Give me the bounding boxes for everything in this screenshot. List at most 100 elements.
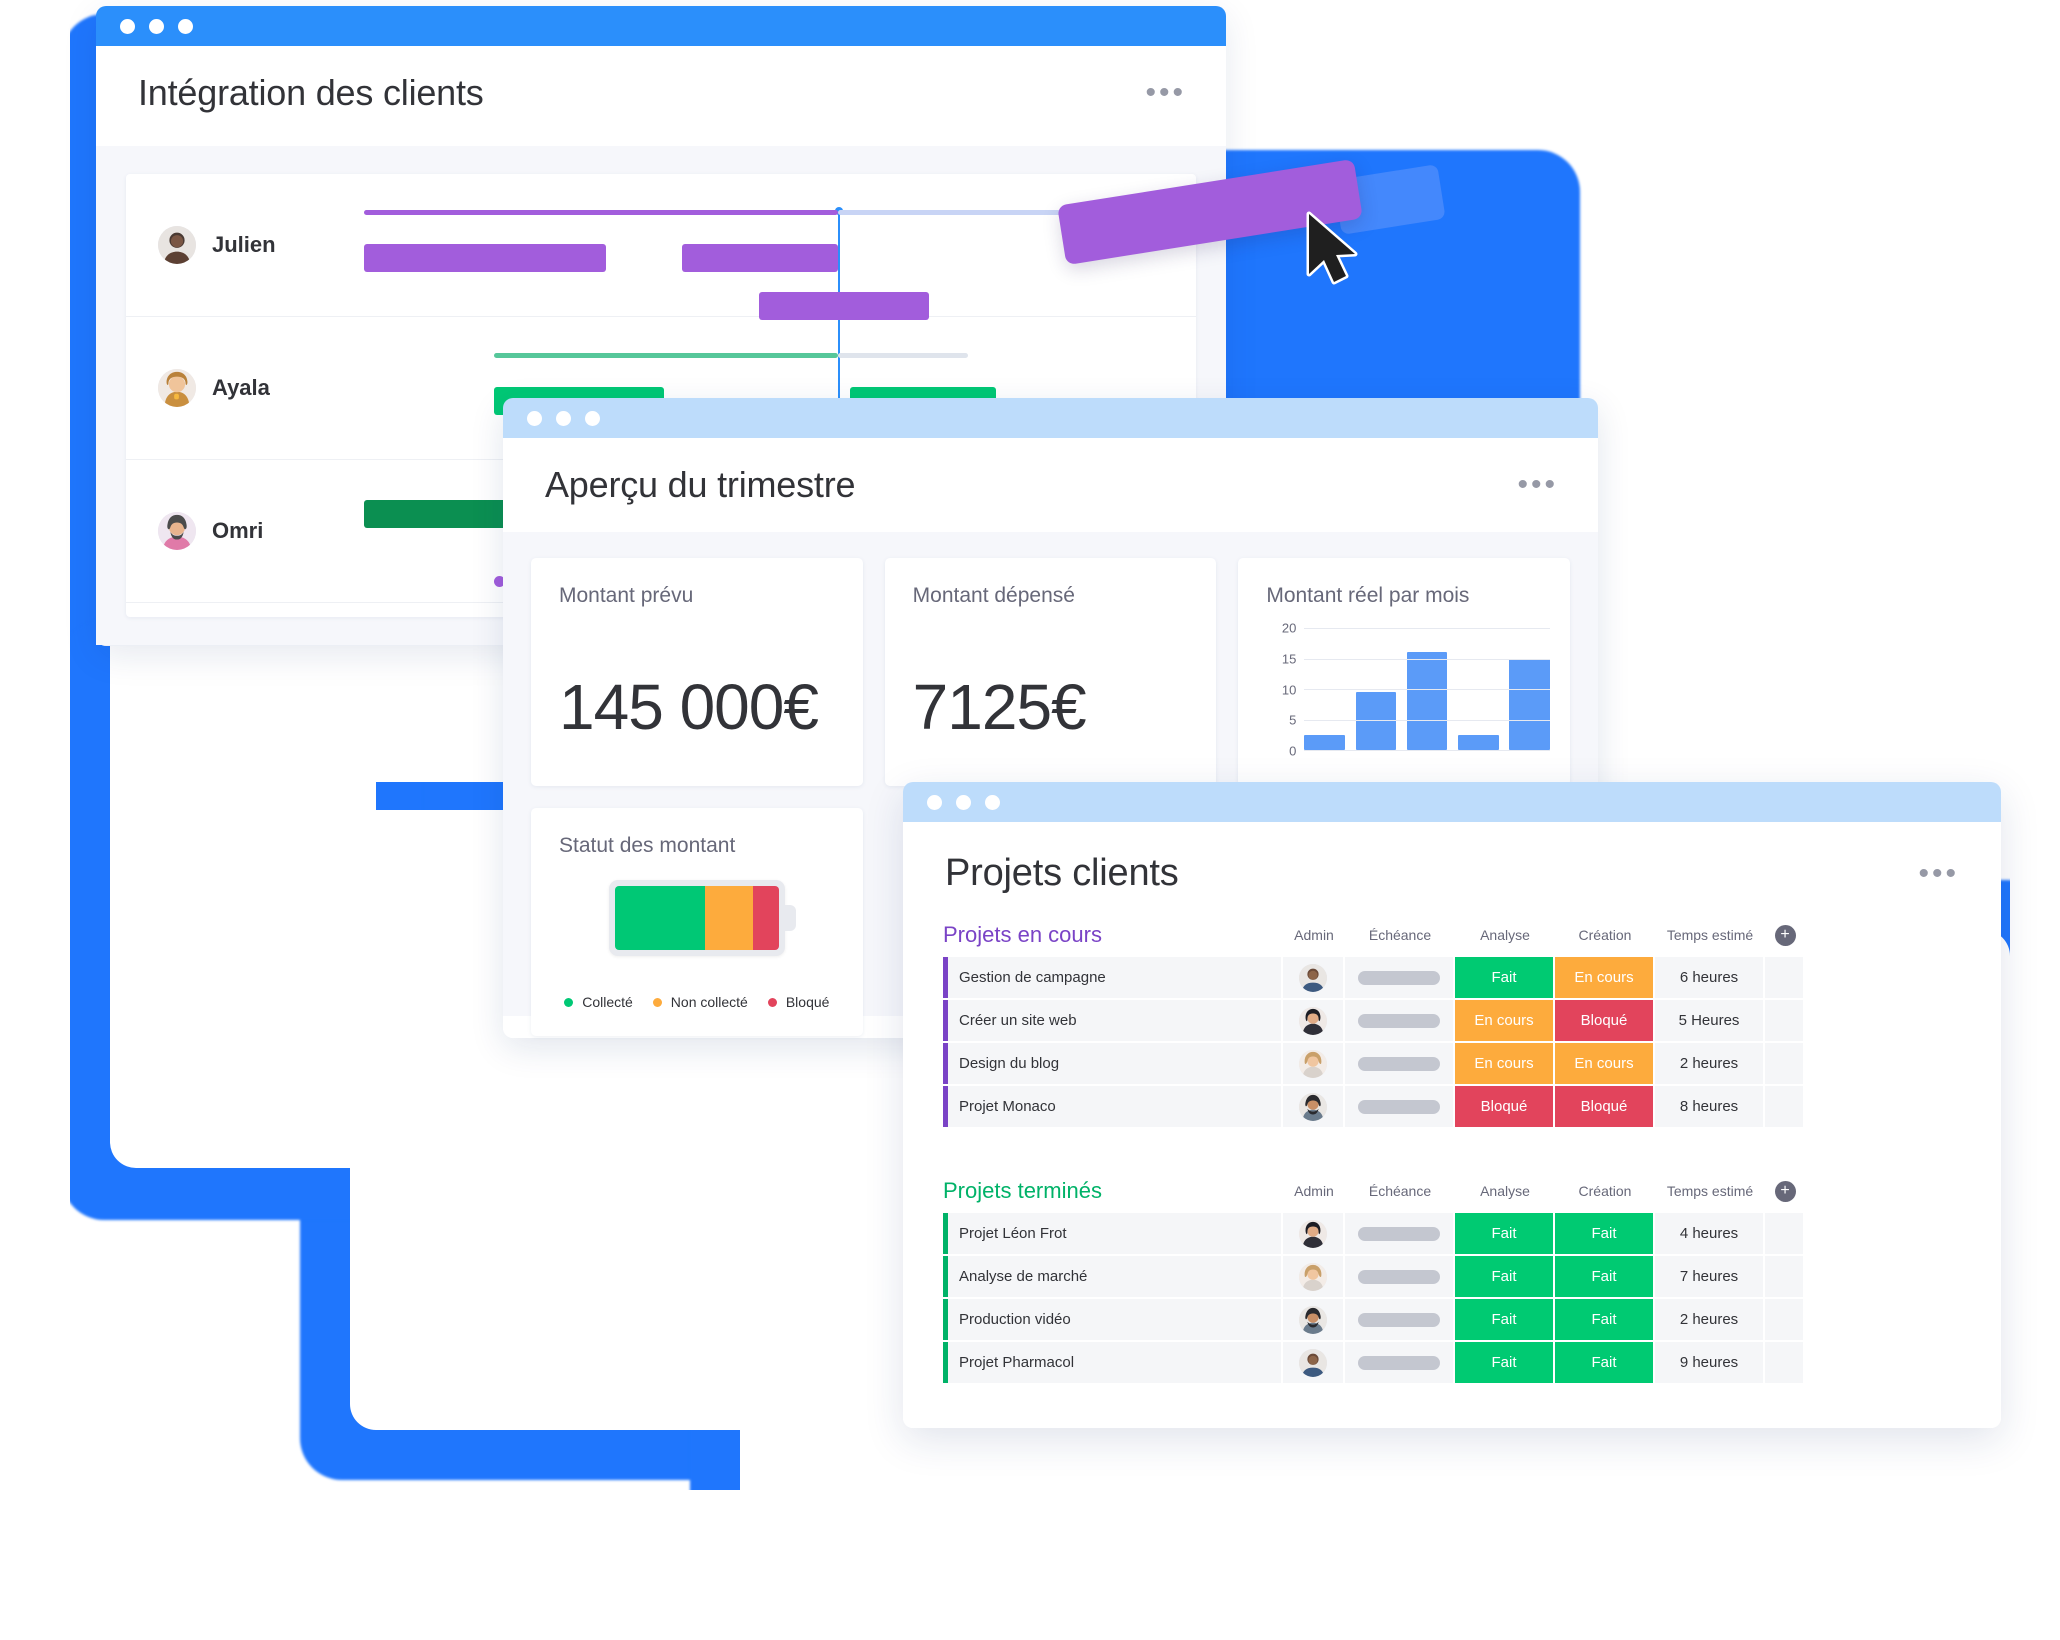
more-options-icon[interactable]: ••• <box>1145 78 1186 108</box>
gantt-bar[interactable] <box>364 244 606 272</box>
window-dot-maximize-icon[interactable] <box>985 794 1000 810</box>
cell-empty[interactable] <box>1765 1256 1805 1297</box>
progress-bar[interactable] <box>1358 1269 1440 1284</box>
cell-temps-estime[interactable]: 2 heures <box>1655 1299 1765 1340</box>
progress-bar[interactable] <box>1358 1056 1440 1071</box>
column-header-echeance[interactable]: Échéance <box>1345 1183 1455 1199</box>
cell-echeance[interactable] <box>1345 1000 1455 1041</box>
cell-admin[interactable] <box>1283 957 1345 998</box>
cell-temps-estime[interactable]: 8 heures <box>1655 1086 1765 1127</box>
progress-bar[interactable] <box>1358 1355 1440 1370</box>
column-header-analyse[interactable]: Analyse <box>1455 1183 1555 1199</box>
table-row[interactable]: Projet Léon Frot Fait Fait 4 heures <box>943 1213 1961 1254</box>
progress-bar[interactable] <box>1358 970 1440 985</box>
more-options-icon[interactable]: ••• <box>1918 858 1959 888</box>
cell-project-name[interactable]: Projet Léon Frot <box>943 1213 1283 1254</box>
table-row[interactable]: Analyse de marché Fait Fait 7 heures <box>943 1256 1961 1297</box>
cell-echeance[interactable] <box>1345 1256 1455 1297</box>
window-dot-maximize-icon[interactable] <box>178 18 193 34</box>
cell-project-name[interactable]: Gestion de campagne <box>943 957 1283 998</box>
progress-bar[interactable] <box>1358 1226 1440 1241</box>
window-dot-close-icon[interactable] <box>927 794 942 810</box>
cell-empty[interactable] <box>1765 957 1805 998</box>
cell-echeance[interactable] <box>1345 1213 1455 1254</box>
column-header-admin[interactable]: Admin <box>1283 927 1345 943</box>
gantt-bar[interactable] <box>759 292 929 320</box>
status-badge-creation[interactable]: Fait <box>1555 1342 1655 1383</box>
column-header-echeance[interactable]: Échéance <box>1345 927 1455 943</box>
status-badge-creation[interactable]: Fait <box>1555 1256 1655 1297</box>
cell-empty[interactable] <box>1765 1043 1805 1084</box>
chart-bar[interactable] <box>1304 734 1345 750</box>
cell-project-name[interactable]: Projet Pharmacol <box>943 1342 1283 1383</box>
add-column-icon[interactable]: + <box>1774 1180 1796 1202</box>
cell-temps-estime[interactable]: 2 heures <box>1655 1043 1765 1084</box>
chart-bar[interactable] <box>1458 734 1499 750</box>
cell-admin[interactable] <box>1283 1086 1345 1127</box>
add-column-icon[interactable]: + <box>1774 924 1796 946</box>
cell-echeance[interactable] <box>1345 1043 1455 1084</box>
cell-admin[interactable] <box>1283 1299 1345 1340</box>
status-badge-analyse[interactable]: Fait <box>1455 1299 1555 1340</box>
cell-echeance[interactable] <box>1345 1342 1455 1383</box>
cell-admin[interactable] <box>1283 1043 1345 1084</box>
chart-bar[interactable] <box>1406 652 1448 750</box>
progress-bar[interactable] <box>1358 1013 1440 1028</box>
cell-temps-estime[interactable]: 4 heures <box>1655 1213 1765 1254</box>
status-badge-analyse[interactable]: Fait <box>1455 957 1555 998</box>
status-badge-analyse[interactable]: En cours <box>1455 1000 1555 1041</box>
cell-project-name[interactable]: Projet Monaco <box>943 1086 1283 1127</box>
status-badge-analyse[interactable]: Bloqué <box>1455 1086 1555 1127</box>
gantt-summary-line[interactable] <box>364 210 838 215</box>
status-badge-analyse[interactable]: Fait <box>1455 1256 1555 1297</box>
cell-temps-estime[interactable]: 9 heures <box>1655 1342 1765 1383</box>
window-dot-minimize-icon[interactable] <box>956 794 971 810</box>
cell-project-name[interactable]: Design du blog <box>943 1043 1283 1084</box>
column-header-admin[interactable]: Admin <box>1283 1183 1345 1199</box>
status-badge-analyse[interactable]: Fait <box>1455 1342 1555 1383</box>
group-title[interactable]: Projets en cours <box>943 922 1283 948</box>
table-row[interactable]: Projet Monaco Bloqué Bloqué 8 heures <box>943 1086 1961 1127</box>
cell-admin[interactable] <box>1283 1342 1345 1383</box>
column-header-temps-estime[interactable]: Temps estimé <box>1655 1183 1765 1199</box>
cell-empty[interactable] <box>1765 1086 1805 1127</box>
window-dot-close-icon[interactable] <box>527 410 542 426</box>
group-title[interactable]: Projets terminés <box>943 1178 1283 1204</box>
column-header-temps-estime[interactable]: Temps estimé <box>1655 927 1765 943</box>
chart-bar[interactable] <box>1509 658 1550 750</box>
chart-bar[interactable] <box>1355 692 1397 750</box>
cell-temps-estime[interactable]: 6 heures <box>1655 957 1765 998</box>
status-badge-analyse[interactable]: En cours <box>1455 1043 1555 1084</box>
cell-empty[interactable] <box>1765 1000 1805 1041</box>
cell-temps-estime[interactable]: 7 heures <box>1655 1256 1765 1297</box>
cell-admin[interactable] <box>1283 1256 1345 1297</box>
table-row[interactable]: Créer un site web En cours Bloqué 5 Heures <box>943 1000 1961 1041</box>
progress-bar[interactable] <box>1358 1312 1440 1327</box>
window-dot-minimize-icon[interactable] <box>149 18 164 34</box>
window-dot-close-icon[interactable] <box>120 18 135 34</box>
cell-echeance[interactable] <box>1345 1086 1455 1127</box>
cell-empty[interactable] <box>1765 1342 1805 1383</box>
window-dot-maximize-icon[interactable] <box>585 410 600 426</box>
cell-project-name[interactable]: Analyse de marché <box>943 1256 1283 1297</box>
cell-project-name[interactable]: Production vidéo <box>943 1299 1283 1340</box>
status-badge-creation[interactable]: Bloqué <box>1555 1000 1655 1041</box>
column-header-analyse[interactable]: Analyse <box>1455 927 1555 943</box>
table-row[interactable]: Projet Pharmacol Fait Fait 9 heures <box>943 1342 1961 1383</box>
more-options-icon[interactable]: ••• <box>1517 470 1558 500</box>
cell-temps-estime[interactable]: 5 Heures <box>1655 1000 1765 1041</box>
cell-empty[interactable] <box>1765 1299 1805 1340</box>
status-badge-creation[interactable]: En cours <box>1555 1043 1655 1084</box>
window-dot-minimize-icon[interactable] <box>556 410 571 426</box>
status-badge-analyse[interactable]: Fait <box>1455 1213 1555 1254</box>
table-row[interactable]: Production vidéo Fait Fait 2 heures <box>943 1299 1961 1340</box>
cell-project-name[interactable]: Créer un site web <box>943 1000 1283 1041</box>
gantt-summary-line[interactable] <box>494 353 838 358</box>
table-row[interactable]: Gestion de campagne Fait En cours 6 heures <box>943 957 1961 998</box>
cell-admin[interactable] <box>1283 1000 1345 1041</box>
cell-empty[interactable] <box>1765 1213 1805 1254</box>
table-row[interactable]: Design du blog En cours En cours 2 heures <box>943 1043 1961 1084</box>
column-header-creation[interactable]: Création <box>1555 927 1655 943</box>
cell-admin[interactable] <box>1283 1213 1345 1254</box>
status-badge-creation[interactable]: Fait <box>1555 1213 1655 1254</box>
